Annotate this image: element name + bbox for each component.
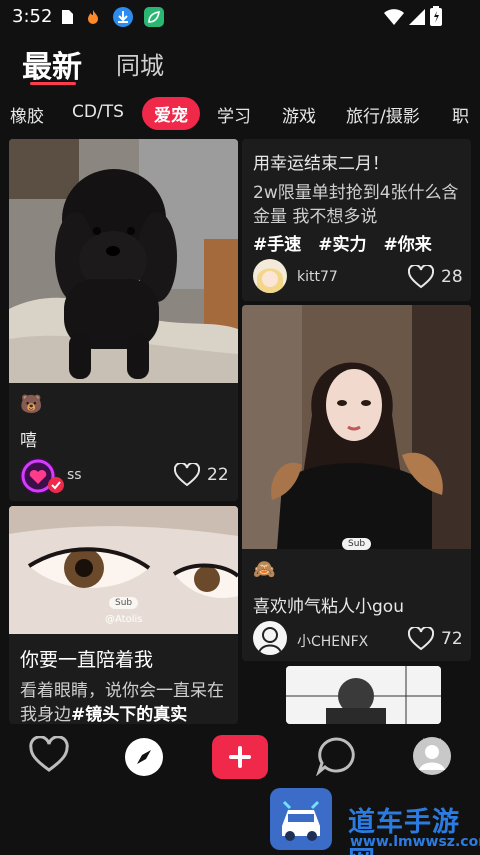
post-image-portrait	[242, 305, 471, 549]
post-image-poodle	[9, 139, 238, 383]
category-study[interactable]: 学习	[217, 102, 251, 127]
watermark-url: www.lmwwsz.com	[350, 834, 480, 850]
active-tab-indicator	[30, 82, 76, 85]
app-leaf-icon	[144, 7, 164, 27]
compass-icon[interactable]	[124, 737, 164, 777]
category-games[interactable]: 游戏	[282, 102, 316, 127]
avatar[interactable]	[253, 259, 287, 293]
post-image-manga	[286, 666, 441, 724]
flame-icon	[88, 10, 98, 24]
author-name[interactable]: ss	[67, 467, 82, 483]
heart-icon[interactable]	[174, 463, 200, 487]
category-pets[interactable]: 爱宠	[142, 97, 200, 130]
bear-emoji: 🐻	[20, 394, 43, 415]
wifi-icon	[384, 9, 404, 25]
author-name[interactable]: kitt77	[297, 269, 338, 285]
tab-same-city[interactable]: 同城	[116, 46, 164, 81]
monkey-emoji: 🙈	[253, 559, 276, 580]
bottom-nav	[0, 724, 480, 790]
image-handle: @Atolis	[105, 614, 143, 625]
anime-avatar-image	[253, 259, 287, 293]
category-job[interactable]: 职	[452, 102, 469, 127]
post-body: 2w限量单封抢到4张什么含金量 我不想多说	[253, 183, 459, 227]
download-icon	[113, 7, 133, 27]
plus-icon	[229, 746, 251, 768]
post-tag[interactable]: #镜头下的真实	[71, 705, 187, 724]
post-card-portrait[interactable]: Sub 🙈 喜欢帅气粘人小gou 小CHENFX 72	[242, 305, 471, 661]
category-rubber[interactable]: 橡胶	[10, 102, 44, 127]
sub-badge: Sub	[109, 597, 139, 609]
post-title: 用幸运结束二月！	[253, 154, 389, 174]
like-count: 28	[441, 267, 463, 287]
category-cd-ts[interactable]: CD/TS	[72, 102, 124, 122]
add-post-button[interactable]	[212, 735, 268, 779]
tab-latest[interactable]: 最新	[22, 42, 82, 86]
post-text: 嘻	[20, 431, 37, 451]
sim-card-icon	[62, 10, 73, 24]
post-body: 看着眼睛，说你会一直呆在我身边#镜头下的真实	[20, 679, 228, 724]
status-bar: 3:52	[0, 0, 480, 34]
post-card-poodle[interactable]: 🐻 嘻 ss 22	[9, 139, 238, 501]
category-travel-photo[interactable]: 旅行/摄影	[346, 102, 420, 127]
post-card-eye[interactable]: Sub @Atolis 你要一直陪着我 看着眼睛，说你会一直呆在我身边#镜头下的…	[9, 506, 238, 724]
verified-badge-icon	[48, 477, 64, 493]
main-tabs: 最新 同城	[0, 38, 480, 94]
avatar[interactable]	[253, 621, 287, 655]
post-card-text[interactable]: 用幸运结束二月！ 2w限量单封抢到4张什么含金量 我不想多说 #手速 #实力 #…	[242, 139, 471, 301]
status-time: 3:52	[12, 6, 53, 27]
post-card-manga[interactable]	[286, 666, 441, 724]
post-title: 你要一直陪着我	[20, 649, 154, 671]
post-tags[interactable]: #手速 #实力 #你来	[253, 230, 461, 255]
heart-nav-icon[interactable]	[29, 736, 69, 774]
signal-icon	[409, 9, 425, 25]
author-name[interactable]: 小CHENFX	[297, 631, 368, 651]
heart-icon[interactable]	[408, 627, 434, 651]
sub-badge: Sub	[342, 538, 372, 550]
post-text: 喜欢帅气粘人小gou	[253, 597, 404, 617]
car-logo-icon	[270, 788, 332, 850]
sketch-avatar-image	[253, 621, 287, 655]
like-count: 22	[207, 465, 229, 485]
message-icon[interactable]	[316, 736, 356, 776]
profile-avatar-icon[interactable]	[412, 736, 452, 776]
category-bar: 橡胶 CD/TS 爱宠 学习 游戏 旅行/摄影 职	[0, 96, 480, 132]
battery-icon	[430, 6, 442, 26]
like-count: 72	[441, 629, 463, 649]
heart-icon[interactable]	[408, 265, 434, 289]
watermark: 道车手游网 www.lmwwsz.com	[270, 788, 480, 855]
